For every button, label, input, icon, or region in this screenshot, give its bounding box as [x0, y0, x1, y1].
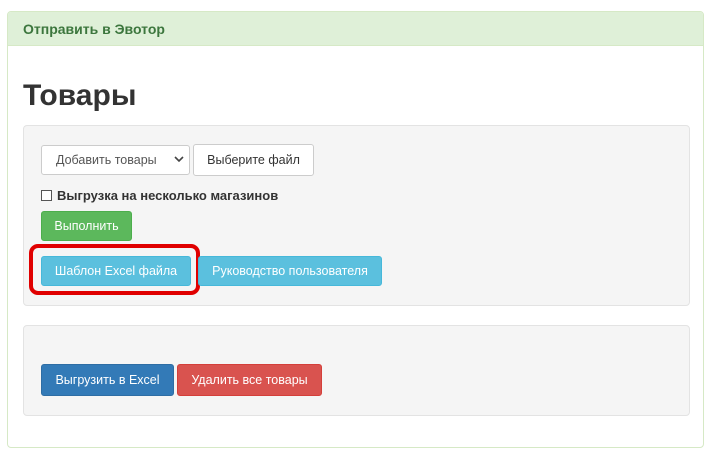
multi-store-checkbox-row[interactable]: Выгрузка на несколько магазинов — [41, 188, 278, 203]
run-button[interactable]: Выполнить — [41, 211, 132, 241]
export-excel-button[interactable]: Выгрузить в Excel — [41, 364, 174, 396]
action-select[interactable]: Добавить товары — [41, 145, 190, 175]
export-well: Выгрузить в Excel Удалить все товары — [23, 325, 690, 416]
delete-all-products-button[interactable]: Удалить все товары — [177, 364, 322, 396]
multi-store-checkbox[interactable] — [41, 190, 52, 201]
chevron-down-icon — [174, 152, 184, 169]
page-title: Товары — [23, 79, 137, 112]
excel-template-button[interactable]: Шаблон Excel файла — [41, 256, 191, 286]
panel-heading: Отправить в Эвотор — [8, 12, 703, 46]
evotor-panel: Отправить в Эвотор Товары Добавить товар… — [7, 11, 704, 448]
user-guide-button[interactable]: Руководство пользователя — [198, 256, 382, 286]
import-well: Добавить товары Выберите файл Выгрузка н… — [23, 125, 690, 306]
choose-file-button[interactable]: Выберите файл — [193, 144, 314, 176]
action-select-value: Добавить товары — [56, 153, 157, 167]
multi-store-checkbox-label: Выгрузка на несколько магазинов — [57, 188, 279, 203]
